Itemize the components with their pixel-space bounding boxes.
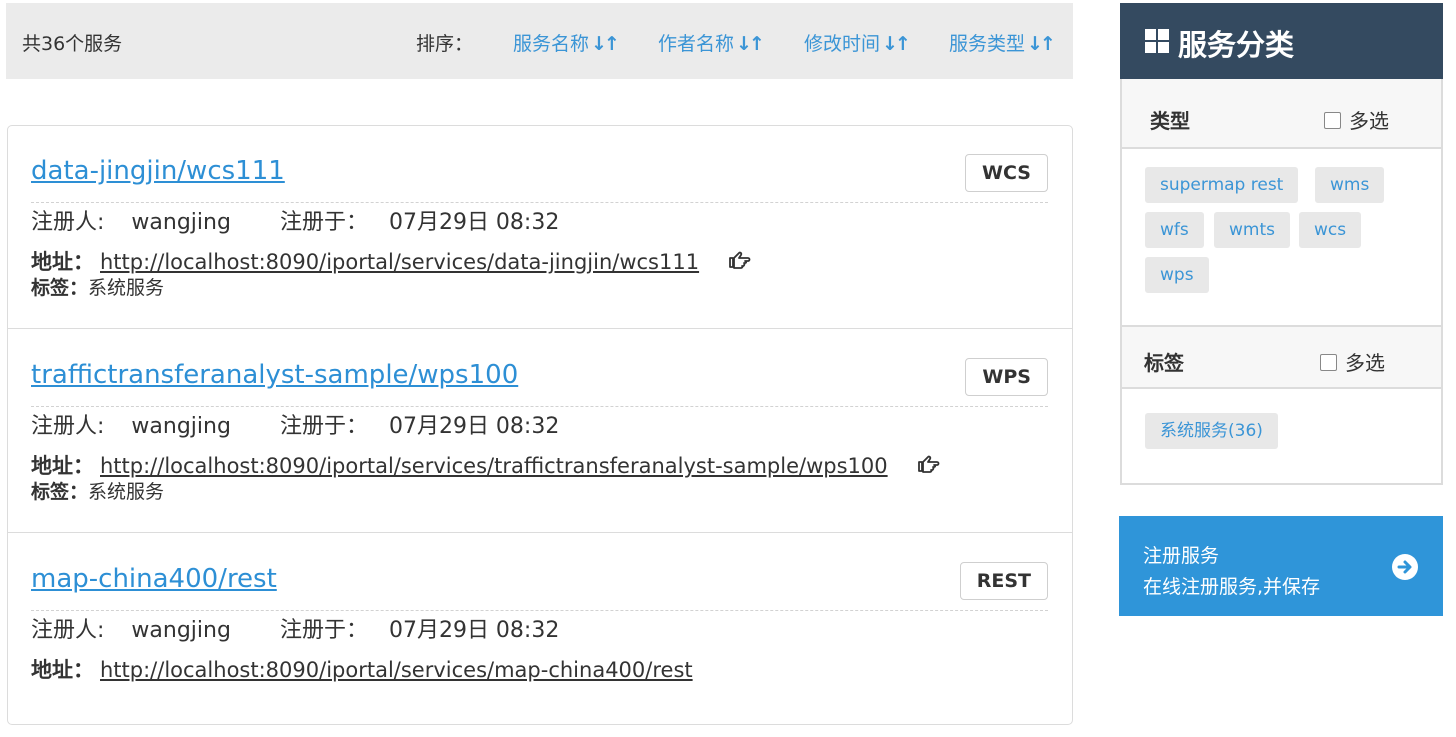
sort-by-author-name[interactable]: 作者名称 ↓↑ bbox=[658, 29, 765, 56]
address-link[interactable]: http://localhost:8090/iportal/services/d… bbox=[100, 250, 699, 274]
tags-label: 标签： bbox=[31, 481, 89, 503]
service-title-link[interactable]: map-china400/rest bbox=[31, 564, 277, 594]
registrant-label: 注册人: bbox=[31, 210, 105, 235]
service-meta: 注册人: wangjing 注册于： 07月29日 08:32 bbox=[31, 408, 559, 440]
service-list: data-jingjin/wcs111 WCS 注册人: wangjing 注册… bbox=[7, 125, 1073, 725]
registrant-name: wangjing bbox=[131, 618, 231, 643]
registered-label: 注册于： bbox=[279, 210, 368, 235]
type-chip[interactable]: wmts bbox=[1214, 212, 1290, 248]
address-label: 地址： bbox=[31, 658, 94, 682]
registered-label: 注册于： bbox=[279, 618, 368, 643]
tags-label: 标签： bbox=[31, 277, 89, 299]
service-item: traffictransferanalyst-sample/wps100 WPS… bbox=[8, 330, 1072, 533]
service-title-link[interactable]: traffictransferanalyst-sample/wps100 bbox=[31, 360, 518, 390]
divider bbox=[31, 202, 1048, 203]
service-type-badge: WCS bbox=[965, 154, 1048, 192]
registrant-name: wangjing bbox=[131, 414, 231, 439]
sort-by-service-type[interactable]: 服务类型 ↓↑ bbox=[949, 29, 1056, 56]
sort-arrows-icon: ↓↑ bbox=[591, 33, 620, 55]
service-item: map-china400/rest REST 注册人: wangjing 注册于… bbox=[8, 534, 1072, 737]
hand-pointer-icon[interactable] bbox=[916, 455, 942, 480]
address-link[interactable]: http://localhost:8090/iportal/services/t… bbox=[100, 454, 888, 478]
address-label: 地址： bbox=[31, 250, 94, 274]
tag-multi-select[interactable]: 多选 bbox=[1320, 347, 1385, 376]
service-type-badge: REST bbox=[959, 562, 1048, 600]
type-chip[interactable]: wms bbox=[1315, 167, 1385, 203]
category-panel-header: 服务分类 bbox=[1120, 3, 1443, 79]
registered-time: 07月29日 08:32 bbox=[388, 414, 560, 439]
type-section-header: 类型 多选 bbox=[1122, 85, 1441, 149]
registered-time: 07月29日 08:32 bbox=[388, 618, 560, 643]
type-chip[interactable]: supermap rest bbox=[1145, 167, 1299, 203]
tag-section-header: 标签 多选 bbox=[1122, 325, 1441, 389]
service-meta: 注册人: wangjing 注册于： 07月29日 08:32 bbox=[31, 612, 559, 644]
service-tags: 标签：系统服务 bbox=[31, 273, 164, 300]
sort-by-modified-time[interactable]: 修改时间 ↓↑ bbox=[804, 29, 911, 56]
registrant-name: wangjing bbox=[131, 210, 231, 235]
tag-section-label: 标签 bbox=[1144, 351, 1184, 375]
service-address: 地址： http://localhost:8090/iportal/service… bbox=[31, 246, 753, 276]
address-label: 地址： bbox=[31, 454, 94, 478]
type-section-label: 类型 bbox=[1150, 109, 1190, 133]
sort-arrows-icon: ↓↑ bbox=[736, 33, 765, 55]
sort-arrows-icon: ↓↑ bbox=[1027, 33, 1056, 55]
address-link[interactable]: http://localhost:8090/iportal/services/m… bbox=[100, 658, 693, 682]
registrant-label: 注册人: bbox=[31, 414, 105, 439]
type-chip[interactable]: wcs bbox=[1299, 212, 1362, 248]
grid-icon bbox=[1145, 29, 1169, 57]
service-address: 地址： http://localhost:8090/iportal/service… bbox=[31, 654, 693, 684]
service-count: 共36个服务 bbox=[22, 33, 123, 55]
arrow-right-circle-icon[interactable] bbox=[1391, 553, 1419, 585]
type-chip[interactable]: wps bbox=[1145, 257, 1209, 293]
register-subtitle: 在线注册服务,并保存 bbox=[1143, 576, 1321, 598]
type-chip-list: supermap rest wms wfs wmts wcs wps bbox=[1122, 149, 1441, 325]
service-address: 地址： http://localhost:8090/iportal/service… bbox=[31, 450, 942, 480]
hand-pointer-icon[interactable] bbox=[727, 251, 753, 276]
tags-value: 系统服务 bbox=[88, 277, 165, 299]
sort-label: 排序： bbox=[416, 33, 474, 55]
tags-value: 系统服务 bbox=[88, 481, 165, 503]
service-item: data-jingjin/wcs111 WCS 注册人: wangjing 注册… bbox=[8, 126, 1072, 329]
divider bbox=[31, 610, 1048, 611]
tag-chip-list: 系统服务(36) bbox=[1122, 389, 1441, 483]
category-panel-title: 服务分类 bbox=[1178, 28, 1295, 62]
divider bbox=[31, 406, 1048, 407]
register-title: 注册服务 bbox=[1143, 545, 1220, 567]
registered-label: 注册于： bbox=[279, 414, 368, 439]
sort-bar: 共36个服务 排序： 服务名称 ↓↑ 作者名称 ↓↑ 修改时间 ↓↑ 服务类型 ↓↑ bbox=[6, 3, 1073, 79]
service-meta: 注册人: wangjing 注册于： 07月29日 08:32 bbox=[31, 204, 559, 236]
sort-arrows-icon: ↓↑ bbox=[882, 33, 911, 55]
tag-chip[interactable]: 系统服务(36) bbox=[1145, 413, 1278, 449]
service-type-badge: WPS bbox=[965, 358, 1048, 396]
type-chip[interactable]: wfs bbox=[1145, 212, 1204, 248]
tag-multi-checkbox[interactable] bbox=[1320, 354, 1337, 371]
service-title-link[interactable]: data-jingjin/wcs111 bbox=[31, 156, 285, 186]
service-tags: 标签：系统服务 bbox=[31, 477, 164, 504]
type-multi-checkbox[interactable] bbox=[1324, 112, 1341, 129]
register-service-button[interactable]: 注册服务 在线注册服务,并保存 bbox=[1119, 516, 1443, 616]
category-panel: 服务分类 类型 多选 supermap rest wms wfs wmts wc… bbox=[1120, 3, 1443, 485]
type-multi-select[interactable]: 多选 bbox=[1324, 105, 1389, 134]
registrant-label: 注册人: bbox=[31, 618, 105, 643]
sort-by-service-name[interactable]: 服务名称 ↓↑ bbox=[513, 29, 620, 56]
registered-time: 07月29日 08:32 bbox=[388, 210, 560, 235]
